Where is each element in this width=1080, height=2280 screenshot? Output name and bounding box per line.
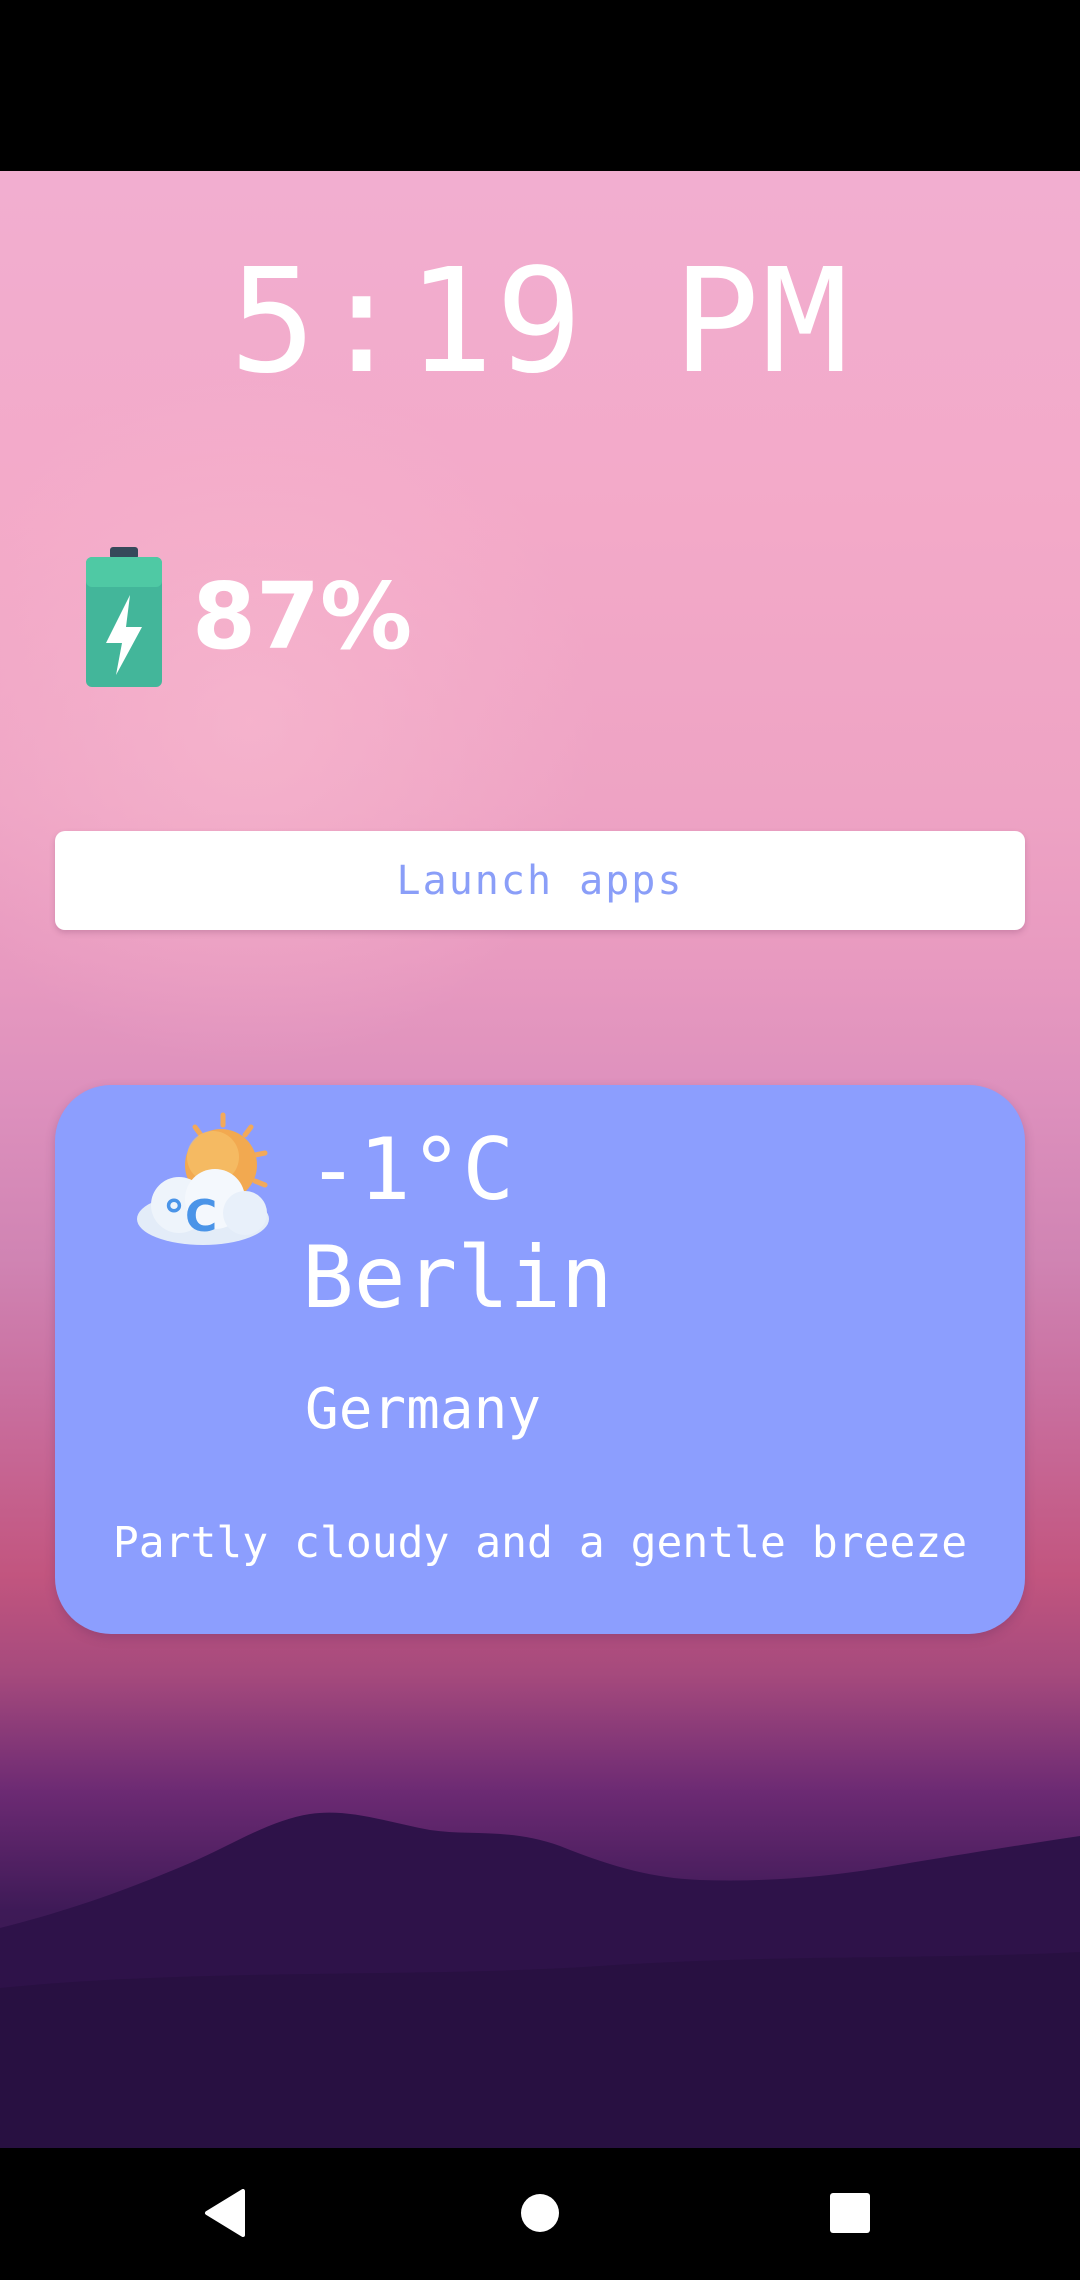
recents-button[interactable] (805, 2168, 895, 2258)
back-triangle-icon (205, 2189, 245, 2237)
weather-card[interactable]: °C -1°C Berlin Germany Partly cloudy and… (55, 1085, 1025, 1634)
lockscreen: 5:19 PM 87% Launch apps °C -1°C Berlin G… (0, 171, 1080, 2148)
status-bar (0, 0, 1080, 171)
launch-apps-button[interactable]: Launch apps (55, 831, 1025, 930)
weather-city: Berlin (302, 1228, 613, 1328)
weather-temperature: -1°C (307, 1120, 515, 1220)
recents-square-icon (830, 2193, 870, 2233)
mountain-silhouette (0, 1812, 1080, 2148)
battery-percentage: 87% (192, 563, 413, 670)
back-button[interactable] (180, 2168, 270, 2258)
navigation-bar (0, 2148, 1080, 2280)
battery-indicator: 87% (86, 547, 412, 687)
weather-description: Partly cloudy and a gentle breeze (112, 1518, 968, 1568)
home-circle-icon (521, 2194, 559, 2232)
battery-charging-icon (86, 547, 162, 687)
home-button[interactable] (495, 2168, 585, 2258)
svg-text:°C: °C (163, 1191, 217, 1242)
clock-time: 5:19 PM (229, 237, 851, 405)
partly-cloudy-celsius-icon: °C (137, 1112, 269, 1245)
weather-country: Germany (305, 1377, 542, 1442)
phone-frame: 5:19 PM 87% Launch apps °C -1°C Berlin G… (0, 0, 1080, 2280)
